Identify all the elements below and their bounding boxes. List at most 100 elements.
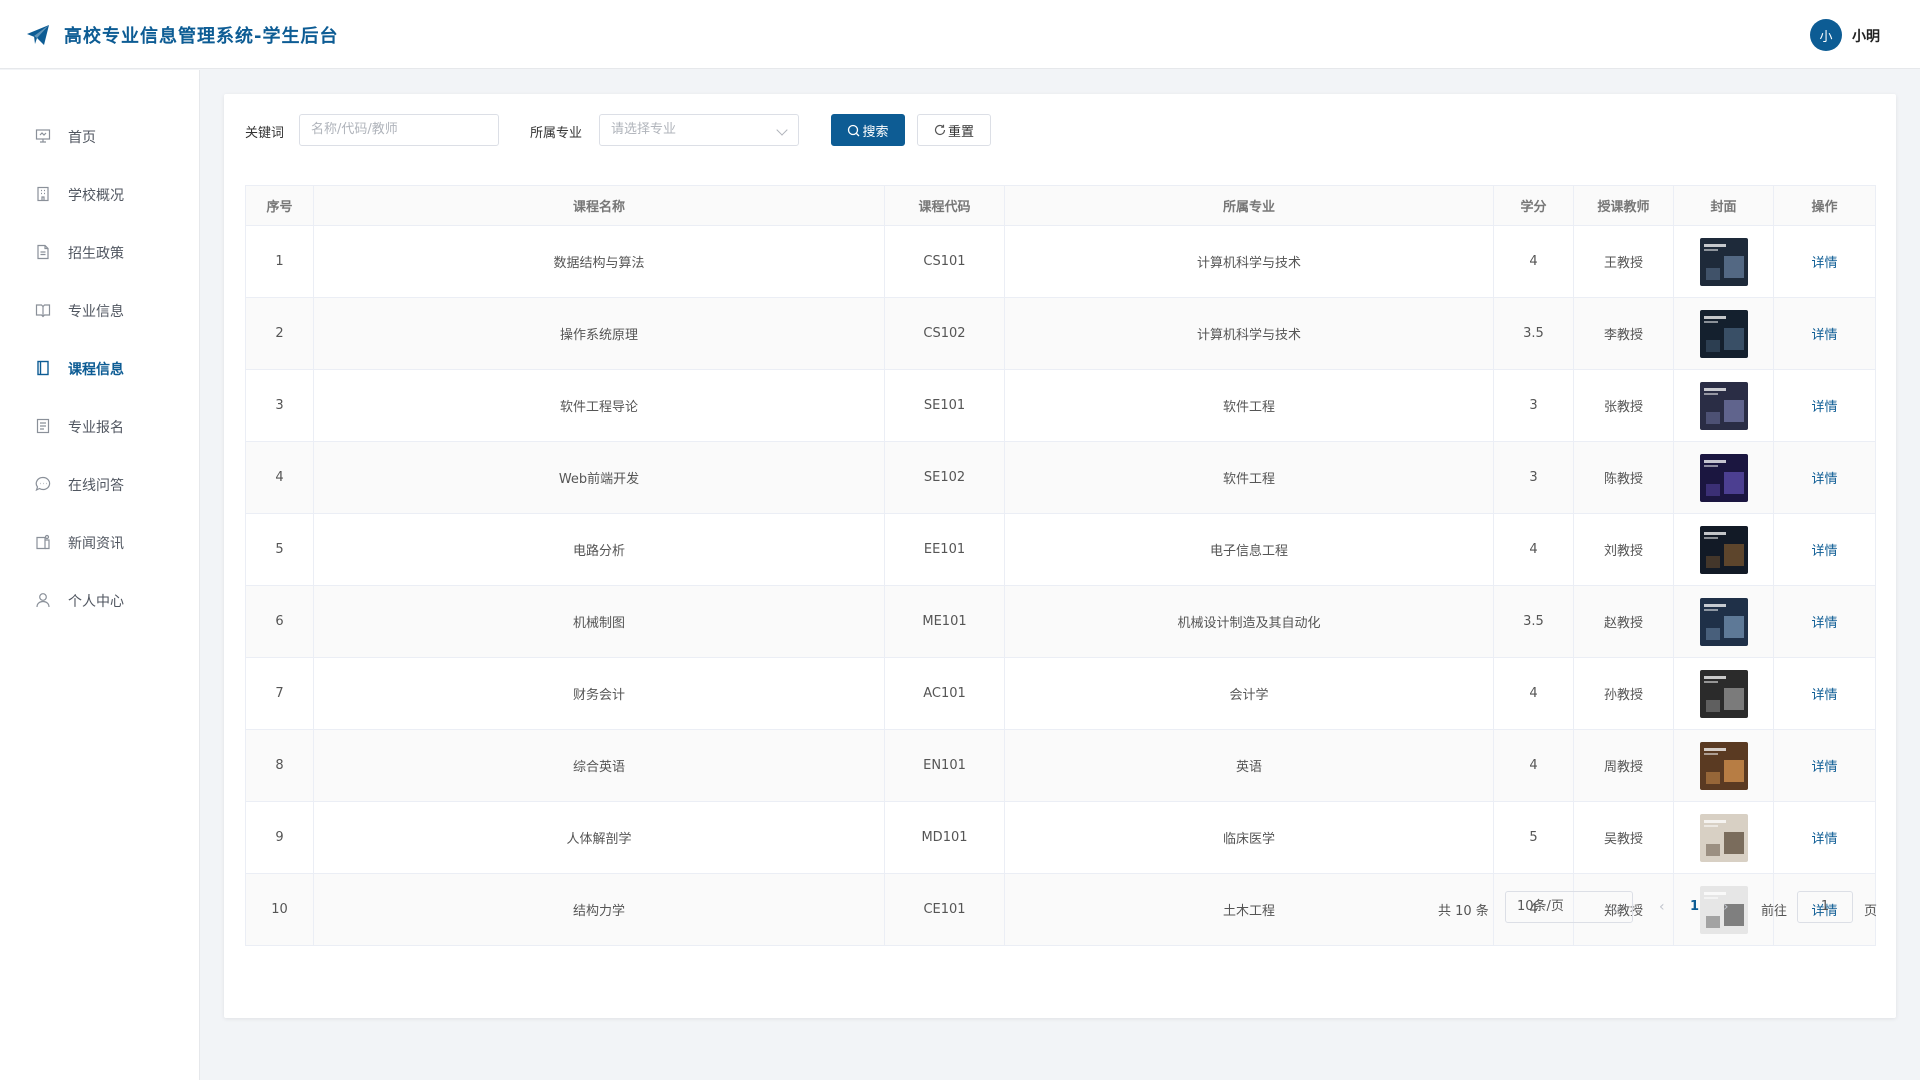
cell-index: 6	[245, 585, 314, 658]
next-page-button[interactable]: ›	[1723, 899, 1729, 915]
sidebar-item-label: 在线问答	[68, 478, 124, 494]
cell-index: 3	[245, 369, 314, 442]
cell-index: 7	[245, 657, 314, 730]
cell-major: 临床医学	[1004, 801, 1494, 874]
course-cover-image[interactable]	[1699, 669, 1748, 718]
cell-course-name: Web前端开发	[313, 441, 885, 514]
sidebar-item-home[interactable]: 首页	[0, 116, 199, 156]
sidebar-item-news[interactable]: 新闻资讯	[0, 522, 199, 562]
reset-button-label: 重置	[947, 124, 974, 140]
sidebar-item-personal-center[interactable]: 个人中心	[0, 580, 199, 620]
column-header: 所属专业	[1004, 185, 1494, 226]
sidebar-item-label: 学校概况	[68, 188, 124, 204]
cell-cover	[1673, 297, 1774, 370]
sidebar-item-online-qa[interactable]: 在线问答	[0, 464, 199, 504]
detail-link[interactable]: 详情	[1811, 544, 1837, 559]
cell-action: 详情	[1773, 729, 1876, 802]
cell-cover	[1673, 801, 1774, 874]
course-cover-image[interactable]	[1699, 597, 1748, 646]
major-label: 所属专业	[530, 126, 583, 141]
refresh-icon	[934, 124, 946, 136]
prev-page-button[interactable]: ‹	[1659, 899, 1665, 915]
course-cover-image[interactable]	[1699, 237, 1748, 286]
cell-index: 10	[245, 873, 314, 946]
table-row: 2 操作系统原理 CS102 计算机科学与技术 3.5 李教授 详情	[245, 297, 1876, 370]
cell-cover	[1673, 225, 1774, 298]
keyword-label: 关键词	[245, 126, 285, 141]
detail-link[interactable]: 详情	[1811, 472, 1837, 487]
course-cover-image[interactable]	[1699, 813, 1748, 862]
table-row: 5 电路分析 EE101 电子信息工程 4 刘教授 详情	[245, 513, 1876, 586]
table-row: 7 财务会计 AC101 会计学 4 孙教授 详情	[245, 657, 1876, 730]
table-row: 1 数据结构与算法 CS101 计算机科学与技术 4 王教授 详情	[245, 225, 1876, 298]
course-table: 序号 课程名称 课程代码 所属专业 学分 授课教师 封面 操作 1 数据结构与算法…	[245, 185, 1876, 946]
sidebar-item-label: 个人中心	[68, 594, 124, 610]
book-icon	[37, 360, 49, 376]
course-cover-image[interactable]	[1699, 741, 1748, 790]
page-size-select[interactable]: 10条/页	[1505, 891, 1633, 923]
chevron-down-icon	[776, 124, 788, 136]
cell-credit: 4	[1493, 657, 1574, 730]
goto-label: 前往	[1761, 904, 1788, 919]
page-size-value: 10条/页	[1517, 899, 1564, 914]
detail-link[interactable]: 详情	[1811, 616, 1837, 631]
major-select[interactable]: 请选择专业	[599, 114, 799, 146]
detail-link[interactable]: 详情	[1811, 328, 1837, 343]
page-number-current[interactable]: 1	[1690, 899, 1699, 914]
cell-course-code: SE102	[884, 441, 1005, 514]
cell-course-code: CS102	[884, 297, 1005, 370]
column-header: 授课教师	[1573, 185, 1674, 226]
detail-link[interactable]: 详情	[1811, 256, 1837, 271]
table-row: 3 软件工程导论 SE101 软件工程 3 张教授 详情	[245, 369, 1876, 442]
detail-link[interactable]: 详情	[1811, 688, 1837, 703]
cell-major: 计算机科学与技术	[1004, 225, 1494, 298]
cell-cover	[1673, 729, 1774, 802]
sidebar-item-course-info[interactable]: 课程信息	[0, 348, 199, 388]
detail-link[interactable]: 详情	[1811, 760, 1837, 775]
cell-major: 电子信息工程	[1004, 513, 1494, 586]
presentation-icon	[35, 129, 51, 143]
cell-course-code: EN101	[884, 729, 1005, 802]
course-list-card: 关键词 名称/代码/教师 所属专业 请选择专业 搜索 重置 序号 课程名称 课程…	[224, 94, 1896, 1018]
cell-course-name: 软件工程导论	[313, 369, 885, 442]
cell-credit: 4	[1493, 513, 1574, 586]
chevron-down-icon	[1610, 901, 1622, 913]
cell-credit: 4	[1493, 225, 1574, 298]
cell-credit: 4	[1493, 729, 1574, 802]
search-icon	[848, 124, 860, 136]
course-cover-image[interactable]	[1699, 453, 1748, 502]
sidebar-item-label: 专业报名	[68, 420, 124, 436]
table-row: 4 Web前端开发 SE102 软件工程 3 陈教授 详情	[245, 441, 1876, 514]
cell-action: 详情	[1773, 297, 1876, 370]
cell-course-name: 综合英语	[313, 729, 885, 802]
course-cover-image[interactable]	[1699, 381, 1748, 430]
table-row: 8 综合英语 EN101 英语 4 周教授 详情	[245, 729, 1876, 802]
goto-page-input[interactable]: 1	[1797, 891, 1853, 923]
keyword-input[interactable]: 名称/代码/教师	[299, 114, 499, 146]
table-row: 6 机械制图 ME101 机械设计制造及其自动化 3.5 赵教授 详情	[245, 585, 1876, 658]
course-cover-image[interactable]	[1699, 309, 1748, 358]
sidebar-item-major-info[interactable]: 专业信息	[0, 290, 199, 330]
course-cover-image[interactable]	[1699, 525, 1748, 574]
search-button[interactable]: 搜索	[831, 114, 905, 146]
avatar[interactable]: 小	[1810, 19, 1842, 51]
username[interactable]: 小明	[1852, 26, 1880, 46]
sidebar-item-admission-policy[interactable]: 招生政策	[0, 232, 199, 272]
detail-link[interactable]: 详情	[1811, 400, 1837, 415]
cell-action: 详情	[1773, 801, 1876, 874]
cell-course-code: MD101	[884, 801, 1005, 874]
sidebar-item-label: 首页	[68, 130, 96, 146]
sidebar: 首页 学校概况 招生政策 专业信息 课程信息 专业报名 在线问答 新闻资讯 个人…	[0, 70, 200, 1080]
reset-button[interactable]: 重置	[917, 114, 991, 146]
cell-teacher: 周教授	[1573, 729, 1674, 802]
cell-index: 8	[245, 729, 314, 802]
sidebar-item-major-signup[interactable]: 专业报名	[0, 406, 199, 446]
sidebar-item-school-overview[interactable]: 学校概况	[0, 174, 199, 214]
cell-course-name: 人体解剖学	[313, 801, 885, 874]
top-header: 高校专业信息管理系统-学生后台 小 小明	[0, 0, 1920, 69]
sidebar-item-label: 招生政策	[68, 246, 124, 262]
detail-link[interactable]: 详情	[1811, 832, 1837, 847]
cell-teacher: 陈教授	[1573, 441, 1674, 514]
news-icon	[36, 534, 50, 550]
cell-cover	[1673, 657, 1774, 730]
